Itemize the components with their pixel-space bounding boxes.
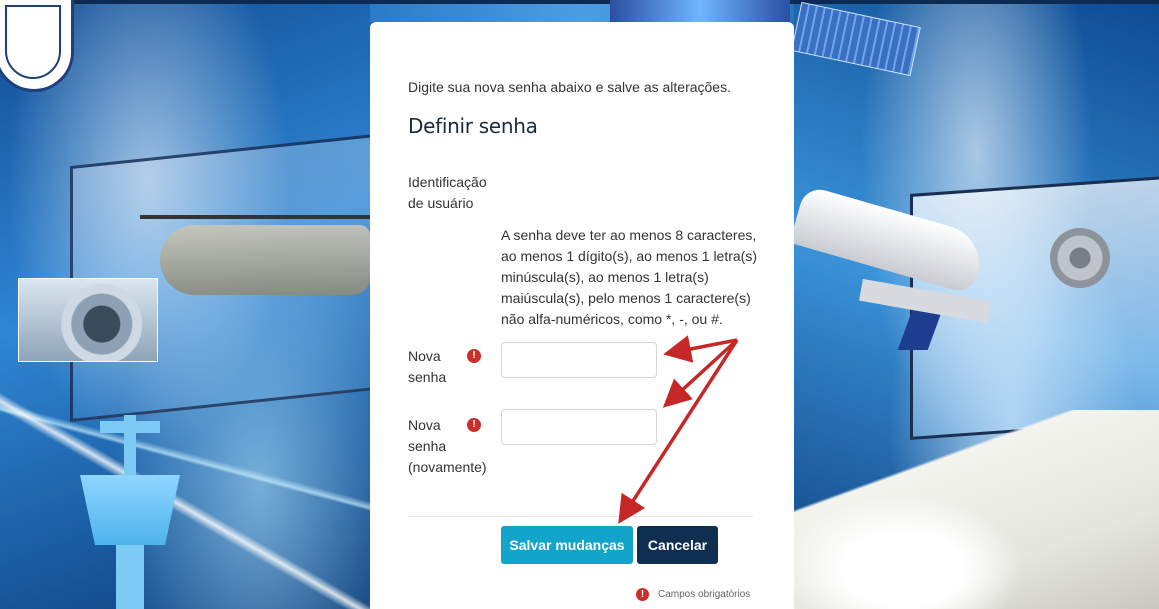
- required-fields-text: Campos obrigatórios: [658, 589, 751, 600]
- new-password-label: Nova senha: [408, 348, 447, 385]
- tower-shaft: [116, 545, 144, 609]
- confirm-password-label: Nova senha (novamente): [408, 417, 487, 475]
- gear-icon: [1050, 228, 1110, 288]
- satellite-image: [610, 0, 790, 22]
- logo-emblem: [5, 5, 61, 79]
- required-icon: !: [636, 588, 649, 601]
- new-password-input[interactable]: [501, 342, 657, 378]
- confirm-password-input[interactable]: [501, 409, 657, 445]
- helicopter-image: [160, 225, 370, 295]
- login-page: Digite sua nova senha abaixo e salve as …: [0, 0, 1159, 609]
- tower-cap: [100, 421, 160, 433]
- intro-text: Digite sua nova senha abaixo e salve as …: [408, 79, 731, 95]
- tower-head: [80, 475, 180, 545]
- control-tower-image: [80, 415, 180, 609]
- top-border: [0, 0, 1159, 4]
- open-book-image: [794, 410, 1159, 609]
- institution-logo: [0, 0, 74, 92]
- helicopter-rotor: [140, 215, 370, 219]
- page-title: Definir senha: [408, 114, 538, 138]
- required-fields-note: ! Campos obrigatórios: [636, 588, 750, 601]
- password-rules-text: A senha deve ter ao menos 8 caracteres, …: [501, 227, 758, 327]
- jet-engine-image: [18, 278, 158, 362]
- required-icon: !: [467, 349, 481, 363]
- light-trails: [0, 380, 370, 609]
- cancel-button[interactable]: Cancelar: [637, 526, 718, 564]
- username-label: Identificação de usuário: [408, 174, 487, 211]
- form-divider: [408, 516, 753, 517]
- reset-password-card: Digite sua nova senha abaixo e salve as …: [370, 22, 794, 609]
- save-changes-button[interactable]: Salvar mudanças: [501, 526, 633, 564]
- required-icon: !: [467, 418, 481, 432]
